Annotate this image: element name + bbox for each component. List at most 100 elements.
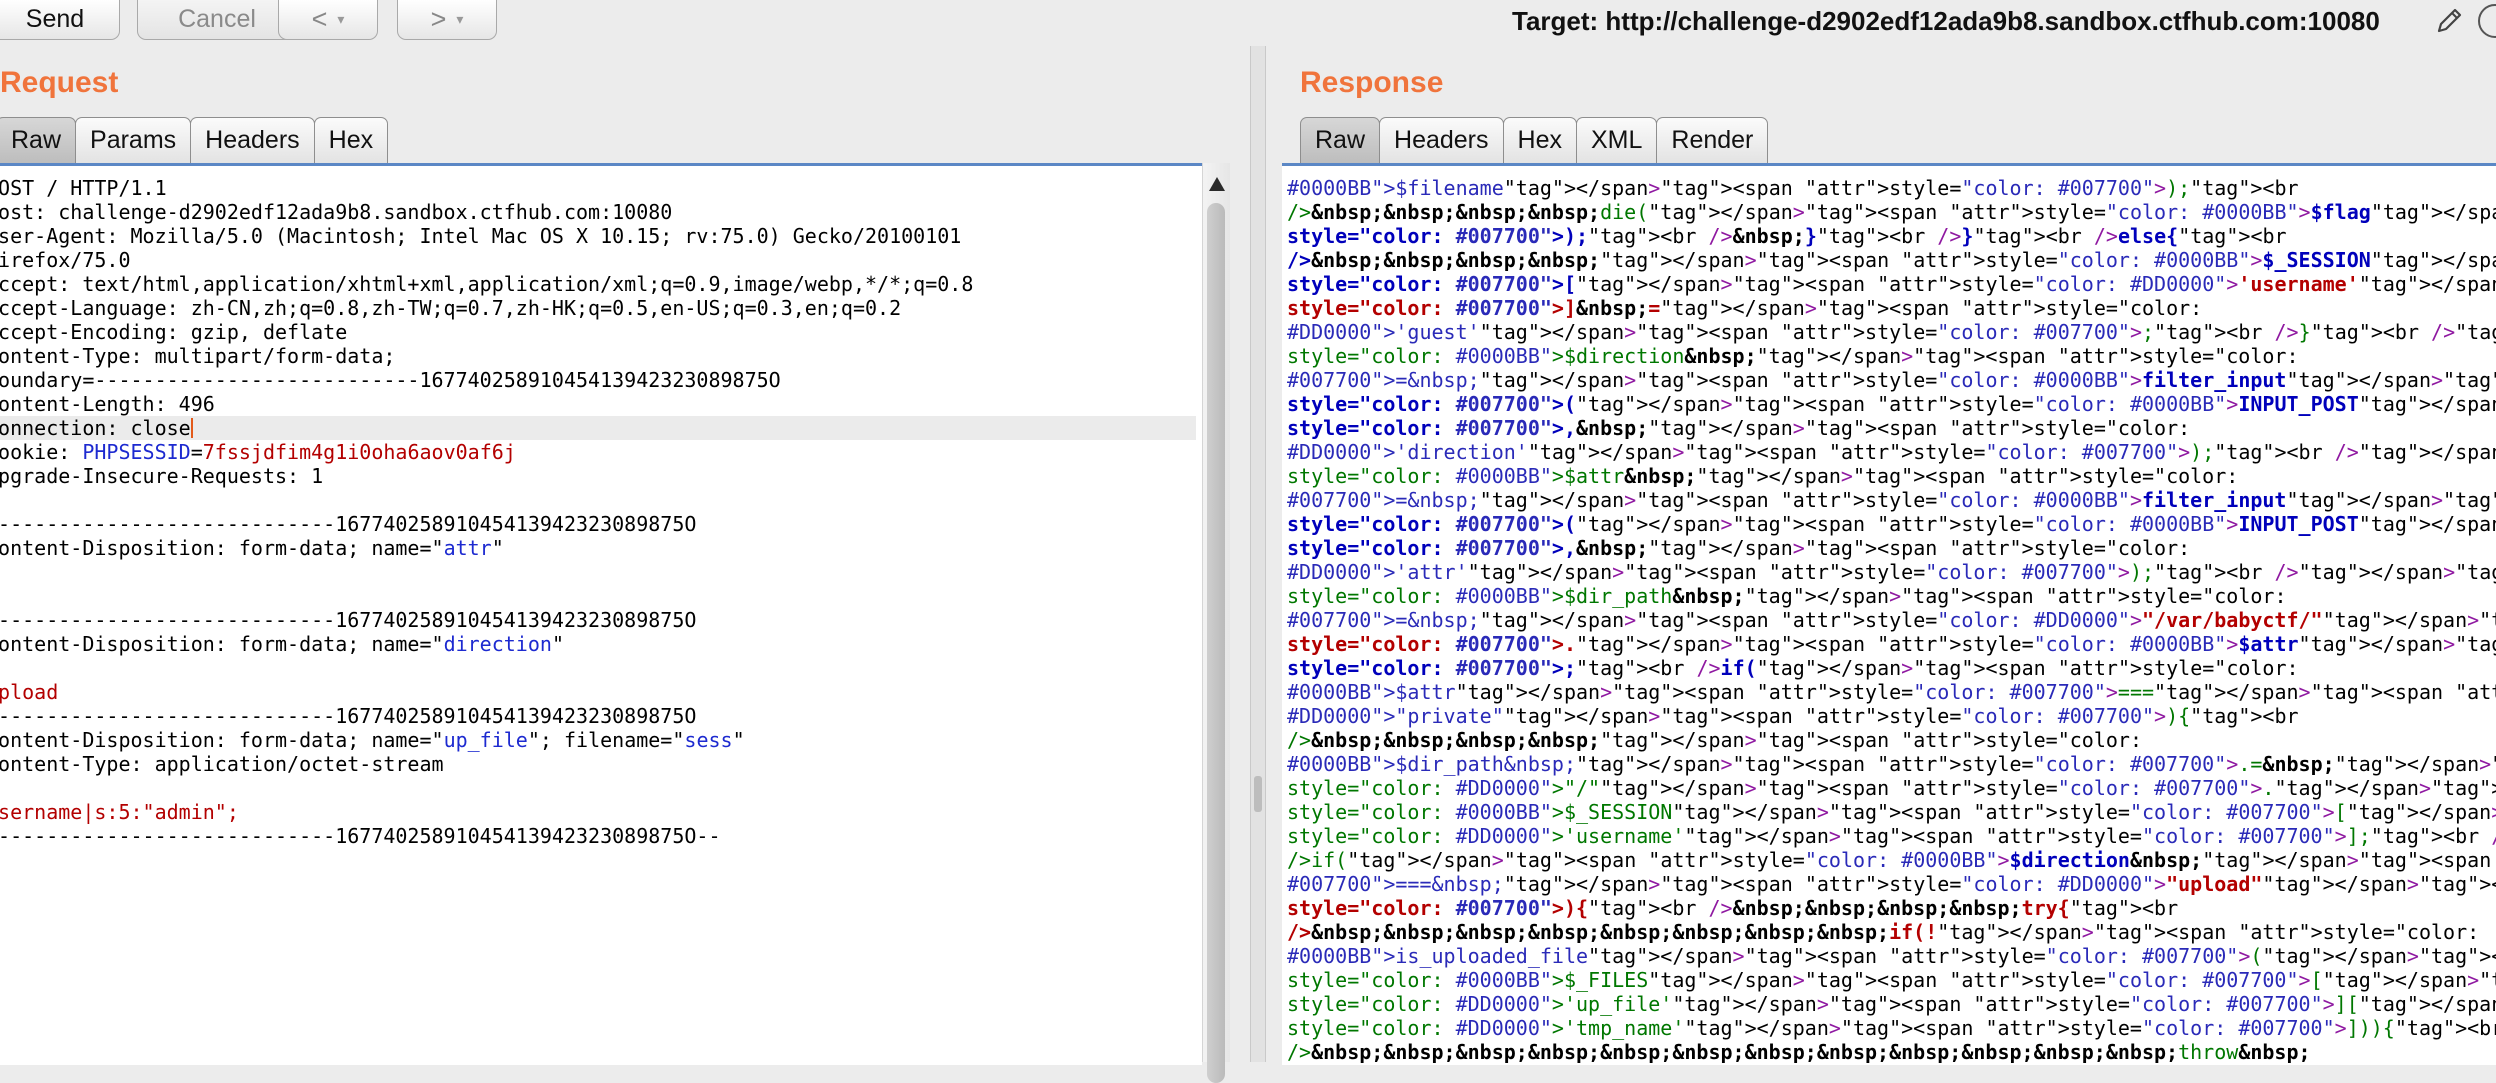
response-line: style="color: #007700">."tag"></span>"ta… <box>1287 632 2496 656</box>
request-line: Content-Disposition: form-data; name="up… <box>0 728 745 752</box>
response-line: #DD0000">'guest'"tag"></span>"tag"><span… <box>1287 320 2496 344</box>
response-viewer[interactable]: #0000BB">$filename"tag"></span>"tag"><sp… <box>1282 163 2496 1065</box>
response-line: />&nbsp;&nbsp;&nbsp;&nbsp;"tag"></span>"… <box>1287 248 2496 272</box>
tab-xml[interactable]: XML <box>1575 117 1658 163</box>
request-line: -----------------------------16774025891… <box>0 704 697 728</box>
request-line: User-Agent: Mozilla/5.0 (Macintosh; Inte… <box>0 224 962 248</box>
response-line: #0000BB">$filename"tag"></span>"tag"><sp… <box>1287 176 2299 200</box>
request-line: Content-Disposition: form-data; name="at… <box>0 536 504 560</box>
request-tabs: Raw Params Headers Hex <box>0 117 389 163</box>
response-line: #DD0000">'direction'"tag"></span>"tag"><… <box>1287 440 2496 464</box>
forward-arrow-icon: > <box>430 4 447 34</box>
back-arrow-icon: < <box>311 4 328 34</box>
chevron-down-icon: ▾ <box>337 11 345 27</box>
response-line: #007700">=&nbsp;"tag"></span>"tag"><span… <box>1287 608 2496 632</box>
text-caret <box>190 418 193 438</box>
request-line: username|s:5:"admin"; <box>0 800 239 824</box>
request-line: upload <box>0 680 59 704</box>
scrollbar-thumb[interactable] <box>1207 203 1225 1083</box>
request-line <box>0 584 1196 608</box>
response-line: #DD0000">'attr'"tag"></span>"tag"><span … <box>1287 560 2496 584</box>
response-line: style="color: #007700">]&nbsp;="tag"></s… <box>1287 296 2203 320</box>
request-body[interactable]: POST / HTTP/1.1 Host: challenge-d2902edf1… <box>0 176 1196 848</box>
response-line: style="color: #007700">,&nbsp;"tag"></sp… <box>1287 536 2191 560</box>
tab-headers[interactable]: Headers <box>1379 117 1504 163</box>
split-divider[interactable] <box>1250 46 1266 1062</box>
response-line: style="color: #007700">("tag"></span>"ta… <box>1287 512 2496 536</box>
scroll-up-icon[interactable] <box>1209 177 1225 191</box>
request-line: Firefox/75.0 <box>0 248 131 272</box>
request-line: Cookie: PHPSESSID=7fssjdfim4g1i0oha6aov0… <box>0 440 516 464</box>
request-line: Content-Length: 496 <box>0 392 215 416</box>
response-line: style="color: #007700">["tag"></span>"ta… <box>1287 272 2496 296</box>
pencil-icon[interactable] <box>2432 4 2466 38</box>
request-line: -----------------------------16774025891… <box>0 824 721 848</box>
response-line: />if("tag"></span>"tag"><span "attr">sty… <box>1287 848 2496 872</box>
response-line: #0000BB">is_uploaded_file"tag"></span>"t… <box>1287 944 2496 968</box>
tab-hex[interactable]: Hex <box>313 117 389 163</box>
request-line: POST / HTTP/1.1 <box>0 176 167 200</box>
chevron-down-icon: ▾ <box>456 11 464 27</box>
request-line: Accept-Encoding: gzip, deflate <box>0 320 348 344</box>
request-line: Accept-Language: zh-CN,zh;q=0.8,zh-TW;q=… <box>0 296 902 320</box>
response-line: style="color: #DD0000">'username'"tag"><… <box>1287 824 2496 848</box>
request-line: Upgrade-Insecure-Requests: 1 <box>0 464 324 488</box>
request-line: boundary=---------------------------1677… <box>0 368 781 392</box>
response-line: />&nbsp;&nbsp;&nbsp;&nbsp;die("tag"></sp… <box>1287 200 2496 224</box>
response-line: style="color: #0000BB">$attr&nbsp;"tag">… <box>1287 464 2239 488</box>
response-line: #007700">=&nbsp;"tag"></span>"tag"><span… <box>1287 488 2496 512</box>
response-line: style="color: #007700">,&nbsp;"tag"></sp… <box>1287 416 2191 440</box>
send-button[interactable]: Send <box>0 0 120 40</box>
forward-button[interactable]: > ▾ <box>397 0 497 40</box>
response-line: style="color: #0000BB">$dir_path&nbsp;"t… <box>1287 584 2287 608</box>
response-line: style="color: #007700">("tag"></span>"ta… <box>1287 392 2496 416</box>
response-line: #007700">=&nbsp;"tag"></span>"tag"><span… <box>1287 368 2496 392</box>
request-line: -----------------------------16774025891… <box>0 512 697 536</box>
response-line: #0000BB">$attr"tag"></span>"tag"><span "… <box>1287 680 2496 704</box>
request-editor[interactable]: POST / HTTP/1.1 Host: challenge-d2902edf1… <box>0 163 1202 1065</box>
response-line: />&nbsp;&nbsp;&nbsp;&nbsp;&nbsp;&nbsp;&n… <box>1287 1040 2311 1064</box>
response-line: style="color: #0000BB">$_SESSION"tag"></… <box>1287 800 2496 824</box>
request-line: Content-Disposition: form-data; name="di… <box>0 632 564 656</box>
request-line: -----------------------------16774025891… <box>0 608 697 632</box>
request-line: Connection: close <box>0 416 1196 440</box>
response-body[interactable]: #0000BB">$filename"tag"></span>"tag"><sp… <box>1287 176 2496 1064</box>
target-label: Target: http://challenge-d2902edf12ada9b… <box>1512 5 2380 36</box>
request-line <box>0 656 1196 680</box>
response-title: Response <box>1300 66 1444 99</box>
request-line <box>0 560 1196 584</box>
response-line: style="color: #DD0000">"/""tag"></span>"… <box>1287 776 2496 800</box>
tab-raw[interactable]: Raw <box>1300 117 1381 163</box>
response-line: style="color: #0000BB">$direction&nbsp;"… <box>1287 344 2299 368</box>
response-line: style="color: #DD0000">'up_file'"tag"></… <box>1287 992 2496 1016</box>
request-title: Request <box>0 66 119 99</box>
response-line: style="color: #0000BB">$_FILES"tag"></sp… <box>1287 968 2496 992</box>
response-tabs: Raw Headers Hex XML Render <box>1300 117 1769 163</box>
response-line: style="color: #007700">){"tag"><br />&nb… <box>1287 896 2179 920</box>
response-line: #DD0000">"private""tag"></span>"tag"><sp… <box>1287 704 2299 728</box>
response-line: #0000BB">$dir_path&nbsp;"tag"></span>"ta… <box>1287 752 2496 776</box>
divider-grip-icon[interactable] <box>1254 776 1262 812</box>
request-line <box>0 776 1196 800</box>
tab-render[interactable]: Render <box>1656 117 1769 163</box>
response-line: style="color: #DD0000">'tmp_name'"tag"><… <box>1287 1016 2496 1040</box>
request-line <box>0 488 1196 512</box>
help-icon[interactable] <box>2478 4 2496 38</box>
request-line: Content-Type: multipart/form-data; <box>0 344 396 368</box>
cancel-button[interactable]: Cancel <box>137 0 297 40</box>
response-line: style="color: #007700">;"tag"><br />if("… <box>1287 656 2299 680</box>
response-line: />&nbsp;&nbsp;&nbsp;&nbsp;&nbsp;&nbsp;&n… <box>1287 920 2480 944</box>
request-line: Accept: text/html,application/xhtml+xml,… <box>0 272 974 296</box>
request-scrollbar[interactable] <box>1202 163 1230 1083</box>
request-line: Content-Type: application/octet-stream <box>0 752 444 776</box>
request-line: Host: challenge-d2902edf12ada9b8.sandbox… <box>0 200 673 224</box>
tab-headers[interactable]: Headers <box>190 117 315 163</box>
tab-hex[interactable]: Hex <box>1502 117 1577 163</box>
response-line: #007700">===&nbsp;"tag"></span>"tag"><sp… <box>1287 872 2496 896</box>
toolbar: Send Cancel < ▾ > ▾ Target: http://challen… <box>0 0 2496 46</box>
response-line: style="color: #007700">);"tag"><br />&nb… <box>1287 224 2287 248</box>
tab-params[interactable]: Params <box>75 117 192 163</box>
back-button[interactable]: < ▾ <box>278 0 378 40</box>
response-line: />&nbsp;&nbsp;&nbsp;&nbsp;"tag"></span>"… <box>1287 728 2142 752</box>
tab-raw[interactable]: Raw <box>0 117 77 163</box>
